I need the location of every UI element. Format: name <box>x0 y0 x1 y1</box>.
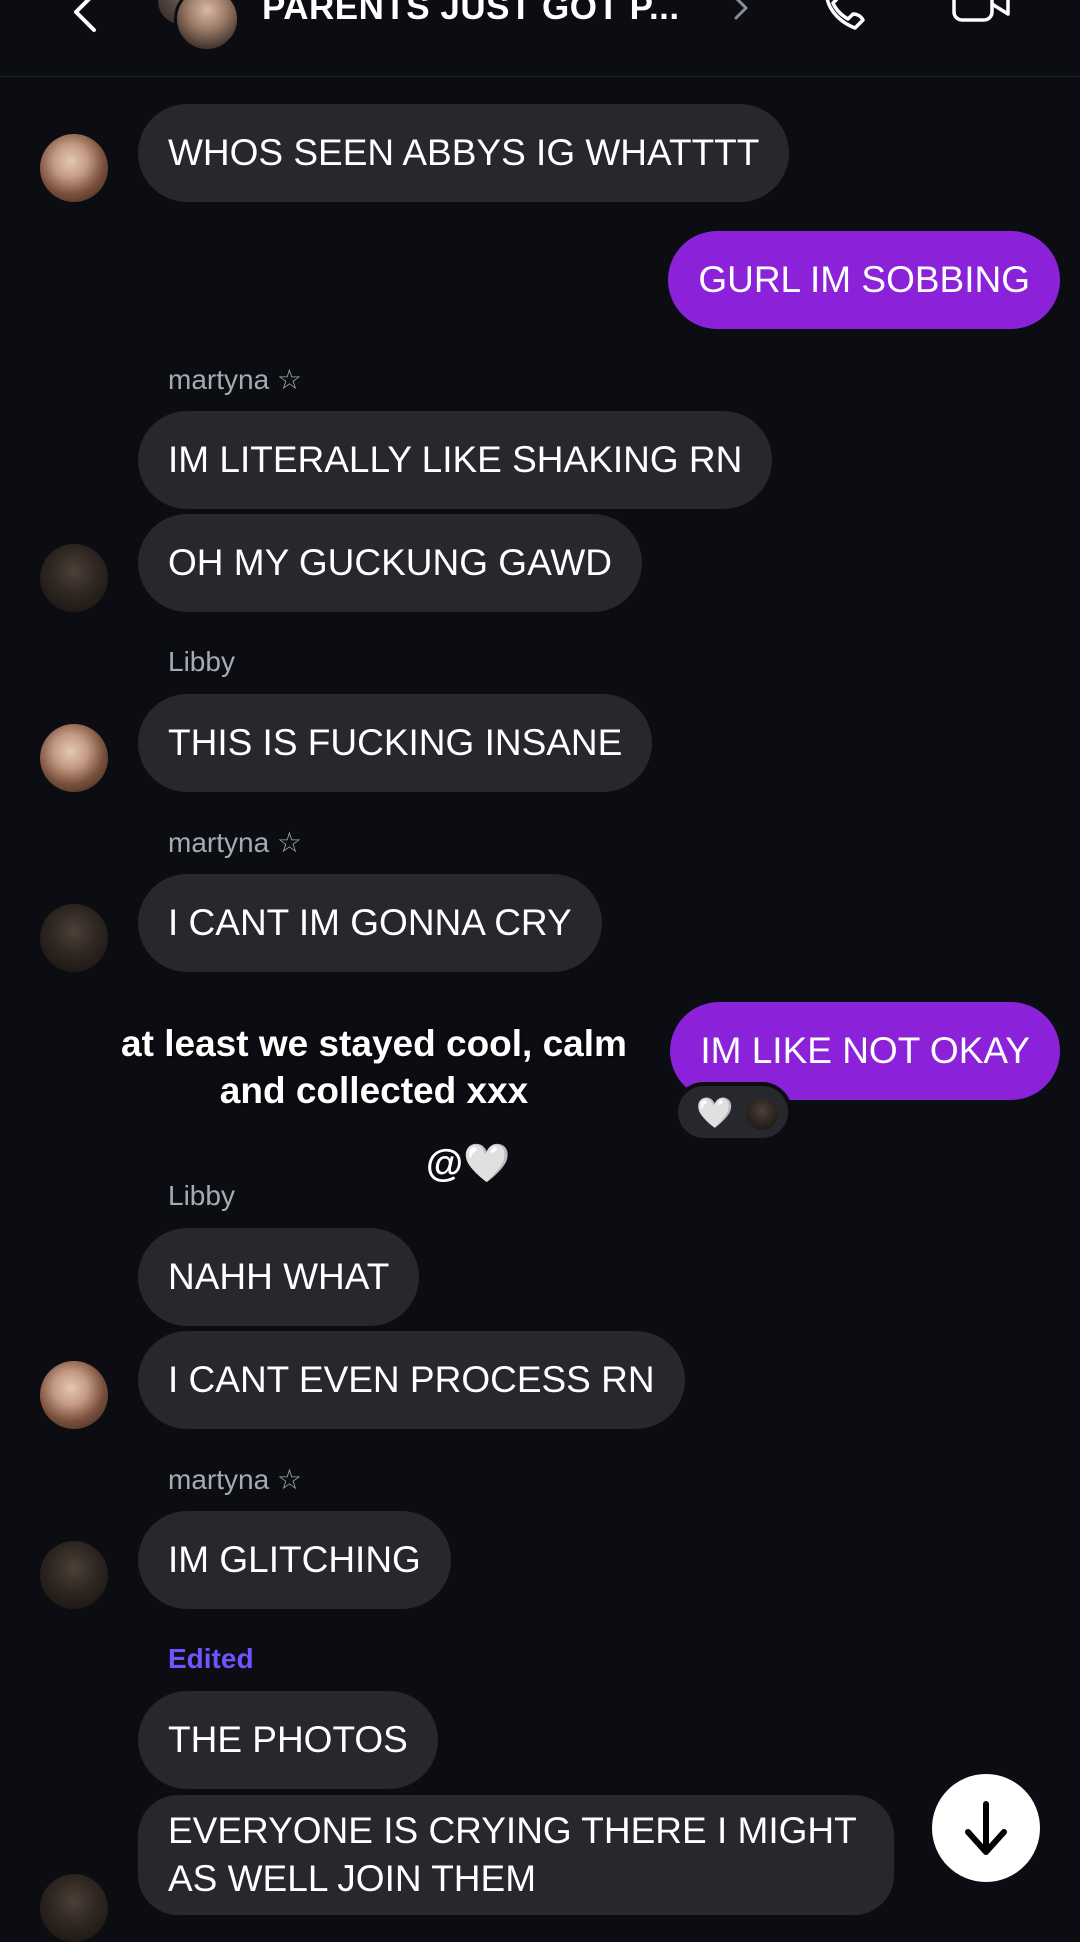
avatar[interactable] <box>40 1874 108 1942</box>
my-message-bubble[interactable]: GURL IM SOBBING <box>668 231 1060 329</box>
avatar[interactable] <box>40 1541 108 1609</box>
reactor-avatar <box>746 1098 778 1130</box>
sender-name: martyna ☆ <box>168 364 303 395</box>
chat-header: PARENTS JUST GOT P... <box>0 0 1080 77</box>
avatar[interactable] <box>40 1361 108 1429</box>
avatar[interactable] <box>40 904 108 972</box>
sender-name: Libby <box>168 646 235 677</box>
edited-label: Edited <box>168 1643 254 1674</box>
message-bubble[interactable]: WHOS SEEN ABBYS IG WHATTTT <box>138 104 790 202</box>
group-avatar[interactable] <box>158 0 240 52</box>
chevron-left-icon <box>74 0 96 32</box>
message-bubble[interactable]: I CANT IM GONNA CRY <box>138 874 602 972</box>
story-tag-overlay: @🤍 <box>426 1143 511 1185</box>
message-bubble[interactable]: NAHH WHAT <box>138 1228 420 1326</box>
white-heart-icon: 🤍 <box>696 1097 734 1130</box>
message-bubble[interactable]: OH MY GUCKUNG GAWD <box>138 514 643 612</box>
sender-name: martyna ☆ <box>168 1464 303 1495</box>
scroll-to-bottom-button[interactable] <box>932 1774 1040 1882</box>
back-button[interactable] <box>66 0 106 40</box>
message-bubble[interactable]: THIS IS FUCKING INSANE <box>138 694 653 792</box>
sender-name: Libby <box>168 1180 235 1211</box>
message-bubble[interactable]: IM GLITCHING <box>138 1511 451 1609</box>
chevron-right-icon[interactable] <box>732 0 752 26</box>
avatar[interactable] <box>40 134 108 202</box>
message-bubble[interactable]: EVERYONE IS CRYING THERE I MIGHT AS WELL… <box>138 1795 894 1915</box>
arrow-down-icon <box>965 1801 1007 1855</box>
story-caption-overlay: at least we stayed cool, calm and collec… <box>121 1023 627 1111</box>
message-bubble[interactable]: THE PHOTOS <box>138 1691 438 1789</box>
video-camera-icon[interactable] <box>948 0 1014 40</box>
avatar[interactable] <box>40 724 108 792</box>
message-reaction[interactable]: 🤍 <box>674 1082 792 1142</box>
chat-title[interactable]: PARENTS JUST GOT P... <box>262 0 680 28</box>
message-bubble[interactable]: IM LITERALLY LIKE SHAKING RN <box>138 411 773 509</box>
phone-icon[interactable] <box>815 0 875 40</box>
sender-name: martyna ☆ <box>168 827 303 858</box>
message-bubble[interactable]: I CANT EVEN PROCESS RN <box>138 1331 685 1429</box>
avatar[interactable] <box>40 544 108 612</box>
